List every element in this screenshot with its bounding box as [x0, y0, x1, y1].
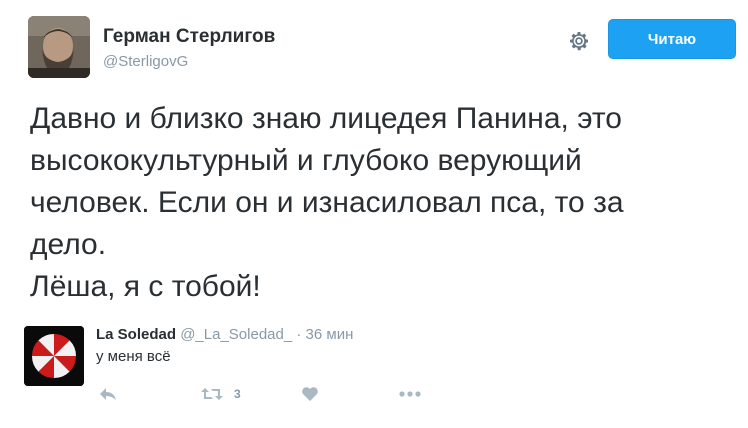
- reply-icon[interactable]: [98, 382, 118, 406]
- author-handle[interactable]: @SterligovG: [103, 53, 188, 70]
- reply-header: La Soledad @_La_Soledad_ · 36 мин: [96, 326, 353, 343]
- tweet-line: дело.: [30, 228, 107, 261]
- more-icon[interactable]: [398, 382, 422, 406]
- tweet-line: человек. Если он и изнасиловал пса, то з…: [30, 186, 624, 219]
- follow-button[interactable]: Читаю: [608, 19, 736, 59]
- reply-text: у меня всё: [96, 348, 171, 365]
- reply-separator: ·: [296, 326, 302, 343]
- umbrella-logo-avatar[interactable]: [24, 326, 84, 386]
- reply-timestamp[interactable]: 36 мин: [306, 326, 354, 343]
- tweet-line: высококультурный и глубоко верующий: [30, 144, 582, 177]
- retweet-icon: [201, 388, 223, 400]
- tweet-header: Герман Стерлигов @SterligovG Читаю: [28, 16, 736, 80]
- tweet-line: Давно и близко знаю лицедея Панина, это: [30, 102, 622, 135]
- reply-author-handle[interactable]: @_La_Soledad_: [180, 326, 292, 343]
- reply-tweet: La Soledad @_La_Soledad_ · 36 мин у меня…: [24, 322, 724, 422]
- retweet-count: 3: [234, 387, 241, 401]
- tweet-line: Лёша, я с тобой!: [30, 270, 261, 303]
- tweet-text: Давно и близко знаю лицедея Панина, это …: [30, 98, 730, 308]
- reply-author-name[interactable]: La Soledad: [96, 326, 176, 343]
- gear-icon[interactable]: [567, 29, 591, 53]
- avatar[interactable]: [28, 16, 90, 78]
- heart-icon[interactable]: [301, 382, 319, 406]
- retweet-button[interactable]: 3: [200, 382, 241, 406]
- author-name[interactable]: Герман Стерлигов: [103, 26, 275, 48]
